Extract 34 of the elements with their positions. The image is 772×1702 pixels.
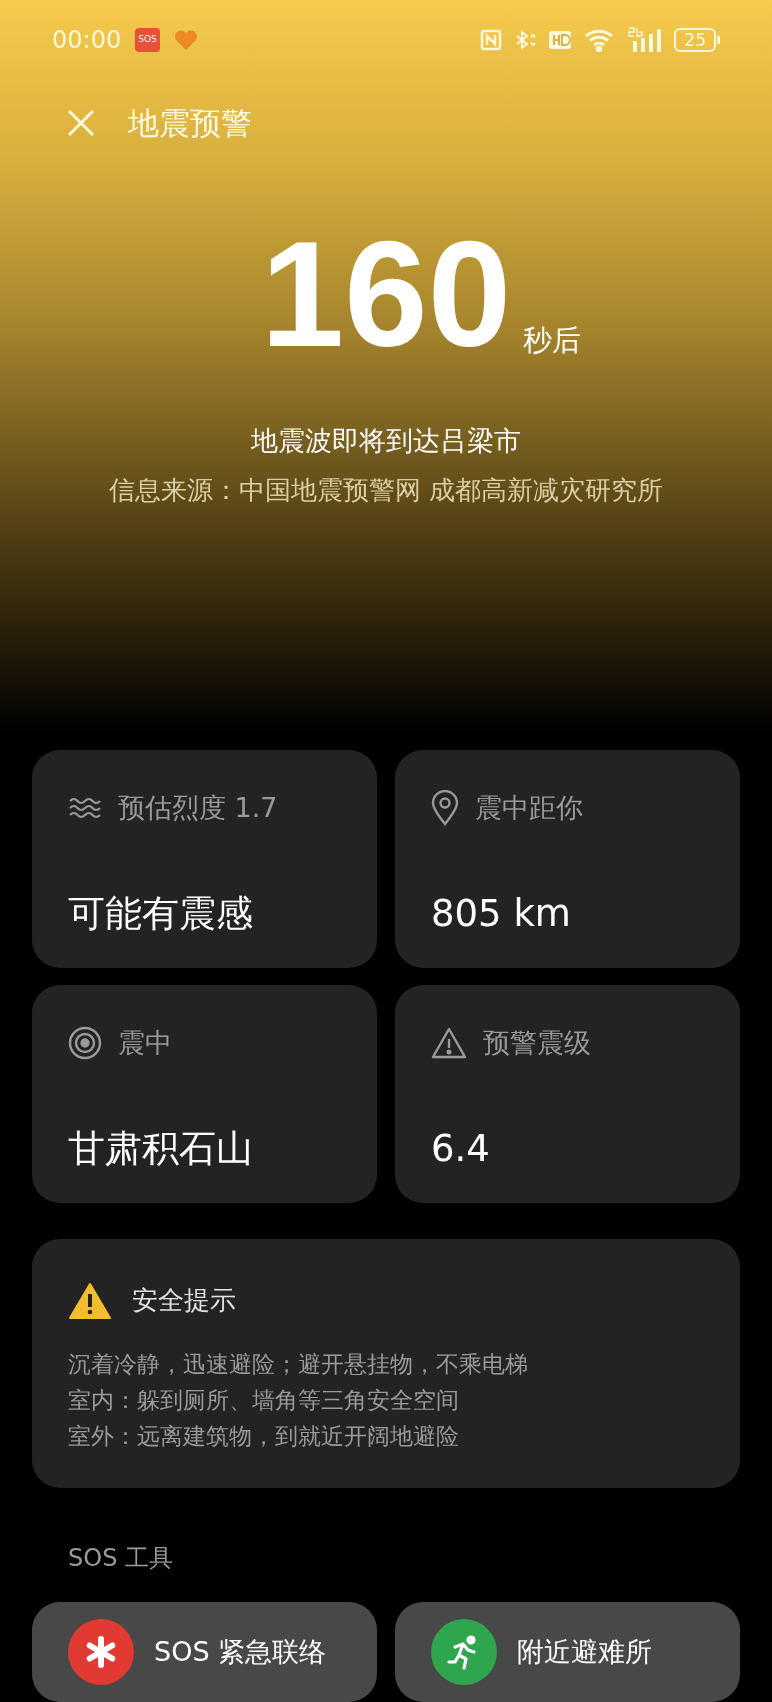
cellular-signal-icon xyxy=(628,27,663,53)
sos-tool-button[interactable]: SOS 紧急联络 xyxy=(32,1602,377,1702)
card-label: 震中距你 xyxy=(475,790,583,825)
heart-icon xyxy=(173,29,198,51)
card-value: 甘肃积石山 xyxy=(68,1126,254,1172)
alert-message: 地震波即将到达吕梁市 xyxy=(251,423,521,458)
card-label: 震中 xyxy=(118,1025,172,1060)
waves-icon xyxy=(68,795,102,821)
warning-icon xyxy=(431,1027,467,1059)
nfc-icon xyxy=(480,29,503,51)
bluetooth-icon xyxy=(514,29,537,51)
safety-tip: 室外：远离建筑物，到就近开阔地避险 xyxy=(68,1422,460,1451)
warning-icon xyxy=(68,1281,112,1320)
page-title: 地震预警 xyxy=(128,104,252,143)
card-value: 805 km xyxy=(431,891,572,937)
sos-tool-button[interactable]: 附近避难所 xyxy=(395,1602,740,1702)
hd-icon xyxy=(548,30,573,50)
countdown-seconds: 160 xyxy=(260,228,512,359)
info-source: 信息来源：中国地震预警网 成都高新减灾研究所 xyxy=(108,474,664,507)
countdown-unit: 秒后 xyxy=(523,322,582,359)
section-heading: SOS 工具 xyxy=(68,1543,174,1574)
card-label: 预估烈度 1.7 xyxy=(118,790,278,825)
safety-title: 安全提示 xyxy=(132,1284,236,1317)
safety-tip: 室内：躲到厕所、墙角等三角安全空间 xyxy=(68,1386,460,1415)
clock-time: 00:00 xyxy=(52,25,122,56)
safety-tip: 沉着冷静，迅速避险；避开悬挂物，不乘电梯 xyxy=(68,1350,529,1379)
target-icon xyxy=(68,1026,102,1060)
close-icon[interactable] xyxy=(66,108,96,139)
card-value: 6.4 xyxy=(431,1126,491,1172)
battery-level: 25 xyxy=(674,28,716,52)
location-pin-icon xyxy=(431,790,459,826)
sos-badge: SOS xyxy=(135,28,160,52)
card-label: 预警震级 xyxy=(483,1025,591,1060)
card-value: 可能有震感 xyxy=(68,891,254,937)
